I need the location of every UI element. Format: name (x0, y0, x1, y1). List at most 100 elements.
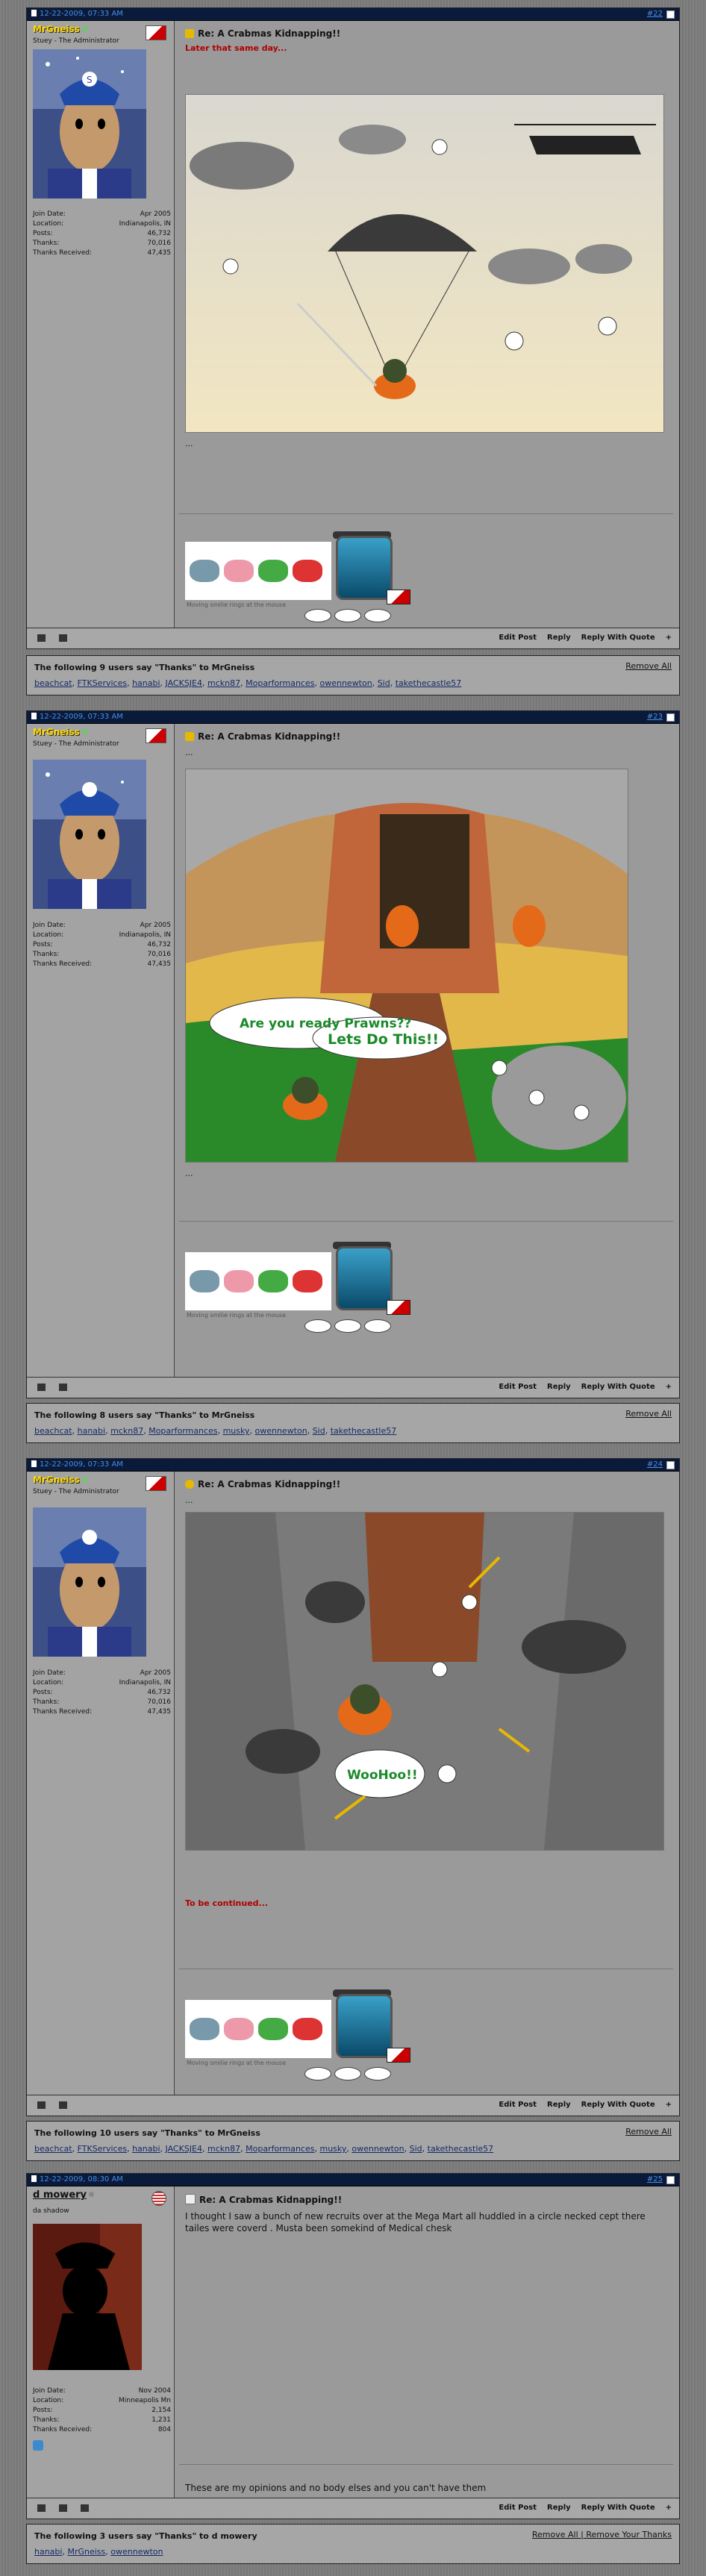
username-link[interactable]: MrGneiss (33, 1475, 87, 1485)
report-icon[interactable] (37, 2504, 46, 2512)
social-icon[interactable] (33, 2440, 43, 2451)
warn-icon[interactable] (59, 634, 67, 642)
thanks-user-link[interactable]: JACKSJE4 (166, 678, 202, 688)
thanks-user-link[interactable]: Sid (378, 678, 390, 688)
user-title: Stuey - The Administrator (33, 37, 119, 45)
thanks-names: beachcat, FTKServices, hanabi, JACKSJE4,… (34, 2144, 494, 2154)
edit-post-button[interactable]: Edit Post (499, 2504, 537, 2512)
post-image-cave[interactable]: Are you ready Prawns?? Lets Do This!! (185, 769, 628, 1163)
thanks-user-link[interactable]: mckn87 (110, 1426, 143, 1436)
thanks-user-link[interactable]: Moparformances (149, 1426, 217, 1436)
username-link[interactable]: MrGneiss (33, 24, 87, 34)
reply-with-quote-button[interactable]: Reply With Quote (581, 2504, 655, 2512)
thanks-user-link[interactable]: owennewton (352, 2144, 404, 2154)
multiquote-icon[interactable]: + (666, 2504, 672, 2512)
thanks-user-link[interactable]: owennewton (319, 678, 372, 688)
post-number-link[interactable]: #24 (647, 1459, 663, 1471)
thanks-user-link[interactable]: mckn87 (207, 2144, 240, 2154)
online-status-icon (81, 1477, 87, 1482)
country-flag-icon (151, 2191, 166, 2206)
report-icon[interactable] (37, 634, 46, 642)
username-link[interactable]: MrGneiss (33, 727, 87, 737)
thanks-user-link[interactable]: Sid (410, 2144, 422, 2154)
reply-button[interactable]: Reply (547, 1383, 571, 1391)
thanks-user-link[interactable]: JACKSJE4 (166, 2144, 202, 2154)
thanks-user-link[interactable]: Sid (313, 1426, 325, 1436)
edit-post-button[interactable]: Edit Post (499, 1383, 537, 1391)
post-number-link[interactable]: #23 (647, 711, 663, 723)
post-number-link[interactable]: #22 (647, 8, 663, 20)
thanks-user-link[interactable]: owennewton (110, 2547, 163, 2557)
signature-divider (179, 1221, 673, 1222)
reply-with-quote-button[interactable]: Reply With Quote (581, 2101, 655, 2109)
remove-all-link[interactable]: Remove All (625, 2127, 672, 2136)
online-status-icon (81, 729, 87, 734)
remove-all-link[interactable]: Remove All (625, 661, 672, 671)
thanks-user-link[interactable]: beachcat (34, 1426, 72, 1436)
thanks-user-link[interactable]: owennewton (254, 1426, 307, 1436)
signature-jar-image (336, 536, 393, 600)
post-after: ... (185, 439, 193, 448)
select-post-checkbox[interactable] (666, 713, 675, 722)
post-footer: Edit Post Reply Reply With Quote + (27, 2498, 679, 2519)
thanks-user-link[interactable]: hanabi (78, 1426, 105, 1436)
thanks-user-link[interactable]: beachcat (34, 678, 72, 688)
user-stats: Join Date: Apr 2005 Location: Indianapolis… (33, 922, 171, 968)
sheep-icon (304, 2067, 331, 2081)
multiquote-icon[interactable]: + (666, 2101, 672, 2109)
post-content: Re: A Crabmas Kidnapping!! Later that sa… (179, 21, 673, 628)
report-icon[interactable] (37, 1384, 46, 1391)
thanks-user-link[interactable]: musky (223, 1426, 250, 1436)
reply-button[interactable]: Reply (547, 2101, 571, 2109)
edit-post-button[interactable]: Edit Post (499, 2101, 537, 2109)
post-number-link[interactable]: #25 (647, 2174, 663, 2186)
thanks-user-link[interactable]: hanabi (132, 2144, 160, 2154)
sheep-icon (304, 609, 331, 622)
thanks-user-link[interactable]: hanabi (132, 678, 160, 688)
multiquote-icon[interactable]: + (666, 634, 672, 642)
reply-with-quote-button[interactable]: Reply With Quote (581, 634, 655, 642)
warn-icon[interactable] (81, 2504, 89, 2512)
remove-all-link[interactable]: Remove All (625, 1409, 672, 1419)
thanks-user-link[interactable]: musky (319, 2144, 346, 2154)
reply-button[interactable]: Reply (547, 2504, 571, 2512)
remove-your-thanks-link[interactable]: Remove Your Thanks (586, 2530, 672, 2539)
sheep-icon (364, 609, 391, 622)
post-doc-icon (31, 2175, 37, 2182)
thanks-user-link[interactable]: takethecastle57 (428, 2144, 494, 2154)
user-title: Stuey - The Administrator (33, 1488, 119, 1495)
thanks-user-link[interactable]: takethecastle57 (331, 1426, 397, 1436)
reply-with-quote-button[interactable]: Reply With Quote (581, 1383, 655, 1391)
post-after: To be continued... (185, 1898, 269, 1908)
remove-all-link[interactable]: Remove All (532, 2530, 578, 2539)
thanks-icon[interactable] (59, 2504, 67, 2512)
select-post-checkbox[interactable] (666, 10, 675, 19)
thanks-user-link[interactable]: mckn87 (207, 678, 240, 688)
remove-links: Remove All | Remove Your Thanks (531, 2530, 672, 2539)
thanks-user-link[interactable]: takethecastle57 (396, 678, 462, 688)
thanks-user-link[interactable]: MrGneiss (67, 2547, 105, 2557)
avatar: S (33, 49, 146, 198)
thanks-user-link[interactable]: beachcat (34, 2144, 72, 2154)
document-icon (185, 2194, 196, 2204)
thanks-user-link[interactable]: Moparformances (246, 2144, 314, 2154)
reply-button[interactable]: Reply (547, 634, 571, 642)
signature-smilies (185, 1252, 331, 1310)
country-flag-icon (146, 25, 166, 40)
select-post-checkbox[interactable] (666, 1461, 675, 1469)
warn-icon[interactable] (59, 2101, 67, 2109)
multiquote-icon[interactable]: + (666, 1383, 672, 1391)
thanks-user-link[interactable]: FTKServices (78, 678, 127, 688)
svg-text:S: S (87, 75, 93, 85)
edit-post-button[interactable]: Edit Post (499, 634, 537, 642)
post-image-parachutes[interactable] (185, 94, 664, 433)
thanks-user-link[interactable]: hanabi (34, 2547, 62, 2557)
warn-icon[interactable] (59, 1384, 67, 1391)
select-post-checkbox[interactable] (666, 2176, 675, 2184)
signature: Moving smilie rings at the mouse (185, 1989, 439, 2081)
thanks-user-link[interactable]: FTKServices (78, 2144, 127, 2154)
username-link[interactable]: d mowery (33, 2189, 95, 2201)
report-icon[interactable] (37, 2101, 46, 2109)
thanks-user-link[interactable]: Moparformances (246, 678, 314, 688)
post-image-tunnel[interactable]: WooHoo!! (185, 1512, 664, 1851)
